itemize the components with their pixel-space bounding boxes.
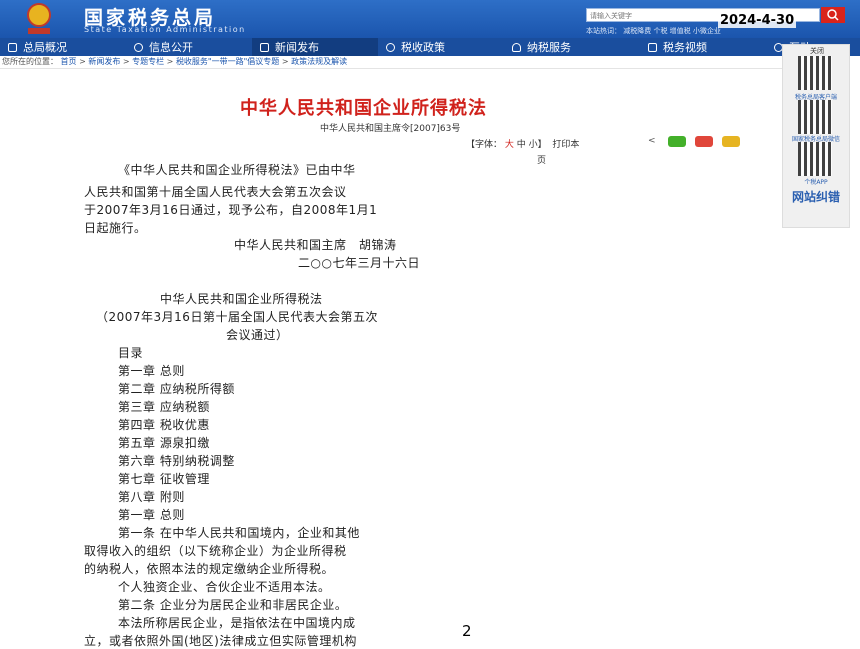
toc-item[interactable]: 第五章 源泉扣缴 bbox=[118, 434, 210, 451]
paragraph-line: （2007年3月16日第十届全国人民代表大会第五次 bbox=[96, 310, 378, 324]
paragraph-line: 第一条 在中华人民共和国境内，企业和其他 bbox=[118, 526, 360, 540]
paragraph-line: 会议通过） bbox=[226, 328, 289, 342]
qr-code-app bbox=[798, 142, 832, 176]
paragraph-line: 日起施行。 bbox=[84, 221, 147, 235]
tax-emblem-icon[interactable] bbox=[16, 2, 62, 36]
chat-icon bbox=[134, 42, 143, 52]
menu-icon bbox=[8, 42, 17, 52]
nav-item-video[interactable]: 税务视频 bbox=[640, 38, 766, 56]
feedback-button[interactable]: 网站纠错 bbox=[788, 190, 844, 205]
nav-item-news[interactable]: 新闻发布 bbox=[252, 38, 378, 56]
signature-line: 中华人民共和国主席 胡锦涛 bbox=[234, 238, 397, 252]
paragraph-line: 个人独资企业、合伙企业不适用本法。 bbox=[118, 580, 331, 594]
main-nav: 总局概况 信息公开 新闻发布 税收政策 纳税服务 税务视频 互动 bbox=[0, 38, 860, 56]
toc-item[interactable]: 第四章 税收优惠 bbox=[118, 416, 210, 433]
close-side-panel-button[interactable]: 关闭 bbox=[810, 46, 824, 56]
toc-item[interactable]: 第八章 附则 bbox=[118, 488, 185, 505]
qr-code-client bbox=[798, 56, 832, 90]
paragraph-line: 人民共和国第十届全国人民代表大会第五次会议 bbox=[84, 185, 347, 199]
site-subtitle: State Taxation Administration bbox=[84, 25, 246, 34]
breadcrumb-separator: > bbox=[120, 57, 133, 66]
paragraph-line: 的纳税人，依照本法的规定缴纳企业所得税。 bbox=[84, 562, 335, 576]
search-icon bbox=[827, 9, 839, 21]
article-title: 中华人民共和国企业所得税法 bbox=[240, 98, 487, 119]
paragraph-line: 取得收入的组织（以下统称企业）为企业所得税 bbox=[84, 544, 347, 558]
qr-code-wechat bbox=[798, 100, 832, 134]
nav-item-service[interactable]: 纳税服务 bbox=[504, 38, 640, 56]
page-number: 2 bbox=[462, 622, 472, 640]
wechat-share-icon[interactable] bbox=[668, 136, 686, 147]
breadcrumb-belt-road[interactable]: 税收服务"一带一路"倡议专题 bbox=[176, 57, 279, 66]
breadcrumb-separator: > bbox=[76, 57, 89, 66]
breadcrumb-home[interactable]: 首页 bbox=[61, 57, 77, 66]
qr-label[interactable]: 个税APP bbox=[786, 177, 846, 186]
date-overlay: 2024-4-30 bbox=[718, 13, 797, 28]
share-icon[interactable]: < bbox=[648, 136, 656, 146]
nav-label: 信息公开 bbox=[149, 41, 193, 54]
paragraph-line: 立，或者依照外国(地区)法律成立但实际管理机构 bbox=[84, 634, 357, 648]
toc-item[interactable]: 第一章 总则 bbox=[118, 362, 185, 379]
nav-item-disclosure[interactable]: 信息公开 bbox=[126, 38, 252, 56]
news-icon bbox=[260, 42, 269, 52]
nav-label: 总局概况 bbox=[23, 41, 67, 54]
paragraph-line: 于2007年3月16日通过，现予公布，自2008年1月1 bbox=[84, 203, 378, 217]
font-size-bar: 【字体： 大 中 小】 打印本 bbox=[466, 137, 579, 150]
toc-item[interactable]: 第二章 应纳税所得额 bbox=[118, 380, 235, 397]
paragraph-line: 本法所称居民企业，是指依法在中国境内成 bbox=[118, 616, 356, 630]
date-line: 二○○七年三月十六日 bbox=[298, 256, 420, 270]
print-button[interactable]: 打印本 bbox=[552, 140, 579, 150]
breadcrumb-news[interactable]: 新闻发布 bbox=[88, 57, 120, 66]
toc-heading: 目录 bbox=[118, 346, 144, 360]
font-large-button[interactable]: 大 bbox=[505, 140, 514, 150]
qzone-share-icon[interactable] bbox=[722, 136, 740, 147]
nav-label: 新闻发布 bbox=[275, 41, 319, 54]
breadcrumb-separator: > bbox=[164, 57, 176, 66]
print-suffix: 页 bbox=[537, 156, 547, 166]
toc-item[interactable]: 第三章 应纳税额 bbox=[118, 398, 210, 415]
info-icon bbox=[386, 42, 395, 52]
nav-label: 纳税服务 bbox=[527, 41, 571, 54]
toc-item[interactable]: 第六章 特别纳税调整 bbox=[118, 452, 235, 469]
font-mid-small-buttons[interactable]: 中 小】 bbox=[517, 140, 547, 150]
breadcrumb-prefix: 您所在的位置： bbox=[2, 57, 58, 66]
font-label: 【字体： bbox=[466, 140, 503, 150]
weibo-share-icon[interactable] bbox=[695, 136, 713, 147]
toc-item[interactable]: 第七章 征收管理 bbox=[118, 470, 210, 487]
breadcrumb-policy[interactable]: 政策法规及解读 bbox=[291, 57, 347, 66]
user-icon bbox=[512, 42, 521, 52]
chapter-heading: 第一章 总则 bbox=[118, 508, 185, 522]
breadcrumb-separator: > bbox=[279, 57, 292, 66]
article-decree: 中华人民共和国主席令[2007]63号 bbox=[320, 124, 461, 134]
video-icon bbox=[648, 42, 657, 52]
nav-label: 税务视频 bbox=[663, 41, 707, 54]
law-title: 中华人民共和国企业所得税法 bbox=[160, 292, 323, 306]
paragraph-line: 第二条 企业分为居民企业和非居民企业。 bbox=[118, 598, 348, 612]
nav-item-policy[interactable]: 税收政策 bbox=[378, 38, 504, 56]
nav-label: 税收政策 bbox=[401, 41, 445, 54]
hot-words[interactable]: 本站热词： 减税降费 个税 增值税 小微企业 bbox=[586, 26, 721, 36]
breadcrumb: 您所在的位置： 首页 > 新闻发布 > 专题专栏 > 税收服务"一带一路"倡议专… bbox=[0, 56, 782, 69]
search-button[interactable] bbox=[821, 7, 845, 23]
breadcrumb-topics[interactable]: 专题专栏 bbox=[132, 57, 164, 66]
nav-item-overview[interactable]: 总局概况 bbox=[0, 38, 126, 56]
paragraph-line: 《中华人民共和国企业所得税法》已由中华 bbox=[118, 163, 356, 177]
